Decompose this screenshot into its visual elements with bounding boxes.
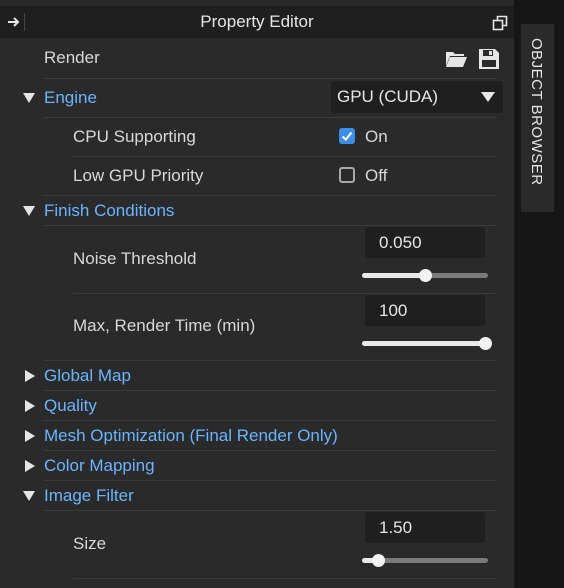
section-image-filter[interactable]: Image Filter bbox=[44, 486, 134, 506]
divider bbox=[44, 195, 496, 196]
noise-threshold-slider[interactable] bbox=[362, 268, 488, 282]
section-mesh-optimization[interactable]: Mesh Optimization (Final Render Only) bbox=[44, 426, 338, 446]
size-slider[interactable] bbox=[362, 553, 488, 567]
checkmark-icon bbox=[341, 131, 353, 141]
divider bbox=[73, 578, 496, 579]
triangle-right-icon[interactable] bbox=[24, 430, 36, 442]
chevron-down-icon bbox=[481, 92, 495, 102]
noise-threshold-label: Noise Threshold bbox=[73, 249, 197, 268]
cpu-supporting-label: CPU Supporting bbox=[73, 127, 196, 146]
section-engine[interactable]: Engine bbox=[44, 88, 97, 108]
noise-threshold-input[interactable]: 0.050 bbox=[365, 227, 485, 258]
object-browser-label: OBJECT BROWSER bbox=[528, 38, 545, 186]
slider-thumb[interactable] bbox=[419, 269, 432, 282]
divider bbox=[44, 390, 496, 391]
triangle-down-icon[interactable] bbox=[23, 92, 35, 104]
section-color-mapping[interactable]: Color Mapping bbox=[44, 456, 155, 476]
max-render-time-slider[interactable] bbox=[362, 336, 492, 350]
size-label: Size bbox=[73, 534, 107, 553]
low-gpu-priority-value: Off bbox=[365, 166, 388, 185]
low-gpu-priority-label: Low GPU Priority bbox=[73, 166, 204, 185]
divider bbox=[44, 450, 496, 451]
slider-thumb[interactable] bbox=[372, 554, 386, 567]
property-editor-panel: Property Editor Render Engine GPU (CUDA)… bbox=[0, 0, 514, 588]
divider bbox=[44, 360, 496, 361]
divider bbox=[44, 480, 496, 481]
cpu-supporting-checkbox[interactable] bbox=[339, 128, 355, 144]
divider bbox=[44, 420, 496, 421]
render-label: Render bbox=[44, 48, 100, 67]
triangle-right-icon[interactable] bbox=[24, 400, 36, 412]
slider-thumb[interactable] bbox=[479, 337, 492, 350]
low-gpu-priority-checkbox[interactable] bbox=[339, 167, 355, 183]
triangle-right-icon[interactable] bbox=[24, 370, 36, 382]
title-bar: Property Editor bbox=[0, 6, 514, 38]
slider-fill bbox=[362, 273, 425, 278]
divider bbox=[44, 117, 496, 118]
divider bbox=[73, 293, 496, 294]
triangle-right-icon[interactable] bbox=[24, 460, 36, 472]
triangle-down-icon[interactable] bbox=[23, 490, 35, 502]
cpu-supporting-value: On bbox=[365, 127, 388, 146]
save-icon[interactable] bbox=[477, 47, 501, 71]
size-value: 1.50 bbox=[379, 518, 413, 537]
divider bbox=[44, 510, 496, 511]
size-input[interactable]: 1.50 bbox=[365, 512, 485, 543]
section-global-map[interactable]: Global Map bbox=[44, 366, 131, 386]
max-render-time-label: Max, Render Time (min) bbox=[73, 316, 256, 335]
object-browser-tab[interactable]: OBJECT BROWSER bbox=[521, 24, 554, 212]
popout-icon[interactable] bbox=[492, 15, 508, 31]
divider bbox=[44, 225, 496, 226]
panel-title: Property Editor bbox=[200, 12, 314, 31]
triangle-down-icon[interactable] bbox=[23, 205, 35, 217]
max-render-time-input[interactable]: 100 bbox=[365, 295, 485, 326]
divider bbox=[73, 156, 496, 157]
slider-fill bbox=[362, 341, 488, 346]
divider bbox=[44, 78, 496, 79]
engine-dropdown[interactable]: GPU (CUDA) bbox=[331, 81, 503, 113]
section-finish-conditions[interactable]: Finish Conditions bbox=[44, 201, 174, 221]
folder-icon[interactable] bbox=[444, 47, 468, 71]
section-quality[interactable]: Quality bbox=[44, 396, 97, 416]
max-render-time-value: 100 bbox=[379, 301, 408, 320]
engine-dropdown-value: GPU (CUDA) bbox=[337, 87, 439, 106]
noise-threshold-value: 0.050 bbox=[379, 233, 422, 252]
